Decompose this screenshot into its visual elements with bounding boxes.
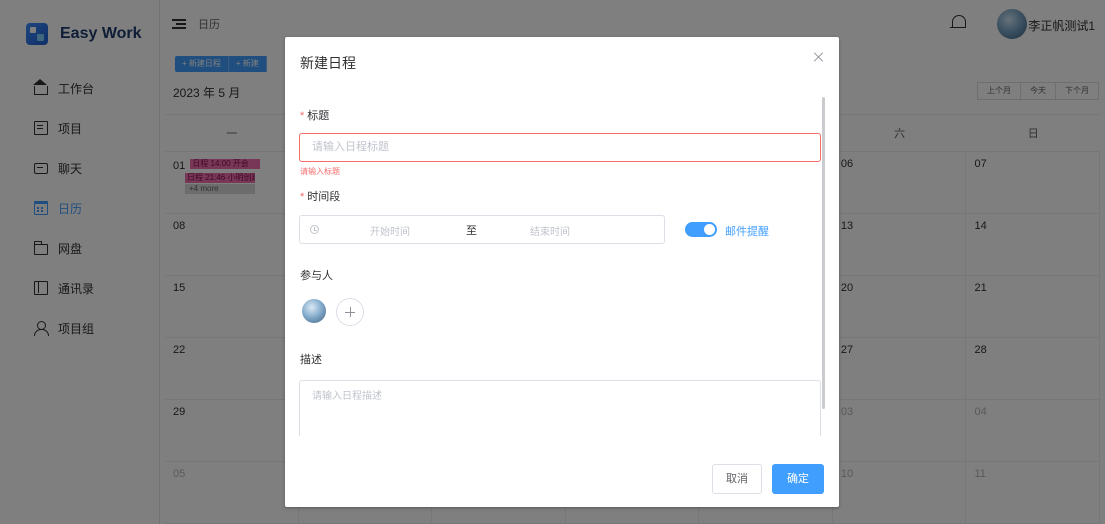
add-participant-button[interactable] (336, 298, 364, 326)
schedule-title-input[interactable]: 请输入日程标题 (299, 133, 821, 162)
dialog-scrollbar[interactable] (822, 97, 825, 409)
time-range-picker[interactable]: 开始时间 至 结束时间 (299, 215, 665, 244)
start-time-input[interactable]: 开始时间 (370, 223, 410, 238)
range-separator: 至 (466, 225, 477, 237)
confirm-button[interactable]: 确定 (772, 464, 824, 494)
new-schedule-dialog: 新建日程 * 标题 请输入日程标题 请输入标题 * 时间段 开始时间 至 结束时间 … (285, 37, 839, 507)
cancel-button[interactable]: 取消 (712, 464, 762, 494)
required-mark: * (300, 191, 305, 203)
close-icon[interactable] (813, 51, 825, 63)
title-error-message: 请输入标题 (300, 167, 340, 176)
end-time-input[interactable]: 结束时间 (530, 223, 570, 238)
required-mark: * (300, 110, 305, 122)
dialog-title: 新建日程 (300, 55, 356, 71)
clock-icon (310, 225, 319, 234)
time-field-label: * 时间段 (300, 191, 341, 203)
description-textarea[interactable]: 请输入日程描述 (299, 380, 821, 436)
email-reminder-label[interactable]: 邮件提醒 (725, 223, 769, 239)
avatar[interactable] (302, 299, 326, 323)
email-reminder-toggle[interactable] (685, 222, 717, 237)
description-label: 描述 (300, 354, 322, 366)
participants-label: 参与人 (300, 270, 333, 282)
title-field-label: * 标题 (300, 110, 330, 122)
